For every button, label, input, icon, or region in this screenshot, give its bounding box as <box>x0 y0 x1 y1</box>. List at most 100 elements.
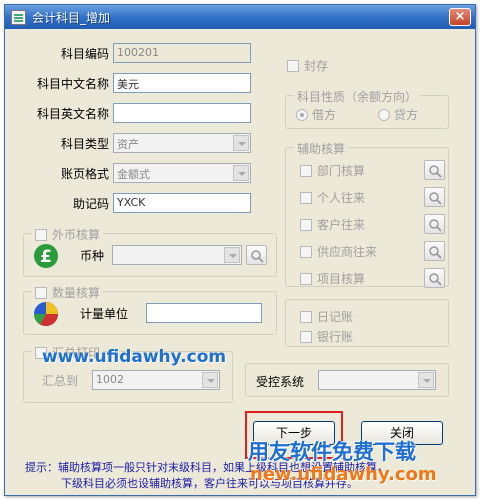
title-bar: 会计科目_增加 × <box>5 5 475 29</box>
checkbox-box[interactable] <box>300 191 312 204</box>
currency-icon: £ <box>34 244 58 268</box>
close-button[interactable]: 关闭 <box>361 421 443 445</box>
aux-item-project[interactable]: 项目核算 <box>300 270 365 287</box>
dialog-window: 会计科目_增加 × 科目编码 100201 科目中文名称 美元 科目英文名称 科… <box>4 4 476 496</box>
cn-name-label: 科目中文名称 <box>36 77 109 91</box>
debit-label: 借方 <box>312 108 337 122</box>
type-value: 资产 <box>117 138 139 151</box>
credit-radio[interactable]: 贷方 <box>378 106 418 123</box>
search-button[interactable] <box>424 160 445 180</box>
nature-group: 科目性质（余额方向） 借方 贷方 <box>285 88 449 129</box>
controlled-select[interactable] <box>318 370 436 390</box>
cn-name-field[interactable]: 美元 <box>113 73 251 93</box>
checkbox-box[interactable] <box>287 59 299 72</box>
search-button[interactable] <box>424 268 445 288</box>
aux-item-label: 供应商往来 <box>317 245 378 259</box>
window-title: 会计科目_增加 <box>32 10 111 25</box>
summary-to-label: 汇总到 <box>42 374 79 388</box>
search-icon <box>251 250 264 263</box>
controlled-label: 受控系统 <box>256 375 305 389</box>
format-select[interactable]: 金额式 <box>113 163 251 183</box>
aux-group: 辅助核算 部门核算 个人往来 客户往来 供应商往来 项目核算 <box>285 140 449 288</box>
chevron-down-icon[interactable] <box>418 372 434 388</box>
summary-checkbox[interactable] <box>35 346 47 359</box>
aux-item-label: 部门核算 <box>317 164 366 178</box>
search-icon <box>429 219 442 232</box>
checkbox-box[interactable] <box>300 164 312 177</box>
quantity-title: 数量核算 <box>52 286 101 300</box>
type-label: 科目类型 <box>60 137 109 151</box>
chevron-down-icon[interactable] <box>233 135 249 151</box>
foreign-group: 外币核算 £ 币种 <box>23 226 277 277</box>
radio-circle[interactable] <box>378 108 390 121</box>
summary-title: 汇总打印 <box>52 346 101 360</box>
en-name-label: 科目英文名称 <box>36 107 109 121</box>
hint-line-1: 提示：辅助核算项一般只针对末级科目，如果上级科目也想设置辅助核算， <box>25 461 388 474</box>
search-button[interactable] <box>424 187 445 207</box>
summary-to-value: 1002 <box>96 373 124 386</box>
checkbox-box[interactable] <box>300 272 312 285</box>
bank-journal-label: 银行账 <box>317 330 354 344</box>
unit-label: 计量单位 <box>80 307 129 321</box>
checkbox-box[interactable] <box>300 310 312 323</box>
search-icon <box>429 273 442 286</box>
seal-checkbox[interactable]: 封存 <box>287 57 328 74</box>
bank-journal-checkbox[interactable]: 银行账 <box>300 328 353 345</box>
foreign-title: 外币核算 <box>52 228 101 242</box>
en-name-field[interactable] <box>113 103 251 123</box>
svg-text:£: £ <box>40 247 52 267</box>
currency-select[interactable] <box>112 245 242 265</box>
checkbox-box[interactable] <box>300 218 312 231</box>
search-button[interactable] <box>246 245 267 265</box>
foreign-checkbox[interactable] <box>35 228 47 241</box>
hint-text: 提示：辅助核算项一般只针对末级科目，如果上级科目也想设置辅助核算， 下级科目必须… <box>25 460 465 492</box>
journal-group: 日记账 银行账 <box>285 299 449 347</box>
aux-title: 辅助核算 <box>294 140 349 157</box>
search-button[interactable] <box>424 214 445 234</box>
currency-label: 币种 <box>80 249 105 263</box>
nature-title: 科目性质（余额方向） <box>294 88 421 105</box>
debit-radio[interactable]: 借方 <box>296 106 336 123</box>
code-label: 科目编码 <box>60 47 109 61</box>
chevron-down-icon[interactable] <box>233 165 249 181</box>
chevron-down-icon[interactable] <box>202 372 218 388</box>
radio-circle[interactable] <box>296 108 308 121</box>
daily-journal-label: 日记账 <box>317 310 354 324</box>
window-close-button[interactable]: × <box>449 8 471 26</box>
search-button[interactable] <box>424 241 445 261</box>
foreign-legend: 外币核算 <box>32 226 104 243</box>
search-icon <box>429 192 442 205</box>
code-field[interactable]: 100201 <box>113 43 251 63</box>
aux-item-label: 客户往来 <box>317 218 366 232</box>
quantity-checkbox[interactable] <box>35 286 47 299</box>
credit-label: 贷方 <box>394 108 419 122</box>
checkbox-box[interactable] <box>300 330 312 343</box>
format-value: 金额式 <box>117 168 150 181</box>
search-icon <box>429 165 442 178</box>
aux-item-dept[interactable]: 部门核算 <box>300 162 365 179</box>
search-icon <box>429 246 442 259</box>
unit-field[interactable] <box>146 303 262 323</box>
aux-item-customer[interactable]: 客户往来 <box>300 216 365 233</box>
summary-to-select[interactable]: 1002 <box>92 370 220 390</box>
aux-item-label: 个人往来 <box>317 191 366 205</box>
aux-item-supplier[interactable]: 供应商往来 <box>300 243 377 260</box>
summary-group: 汇总打印 汇总到 1002 <box>23 344 233 403</box>
app-icon <box>11 9 26 25</box>
pie-chart-icon <box>33 302 58 327</box>
aux-item-personal[interactable]: 个人往来 <box>300 189 365 206</box>
controlled-group: 受控系统 <box>245 363 449 397</box>
hint-line-2: 下级科目必须也设辅助核算，客户往来可以与项目核算并存。 <box>61 477 358 490</box>
quantity-group: 数量核算 计量单位 <box>23 284 277 335</box>
mnemonic-field[interactable]: YXCK <box>113 193 251 213</box>
type-select[interactable]: 资产 <box>113 133 251 153</box>
next-button[interactable]: 下一步 <box>253 421 335 445</box>
quantity-legend: 数量核算 <box>32 284 104 301</box>
format-label: 账页格式 <box>60 167 109 181</box>
summary-legend: 汇总打印 <box>32 344 104 361</box>
checkbox-box[interactable] <box>300 245 312 258</box>
chevron-down-icon[interactable] <box>224 247 240 263</box>
seal-label: 封存 <box>304 59 329 73</box>
mnemonic-label: 助记码 <box>72 197 109 211</box>
daily-journal-checkbox[interactable]: 日记账 <box>300 308 353 325</box>
